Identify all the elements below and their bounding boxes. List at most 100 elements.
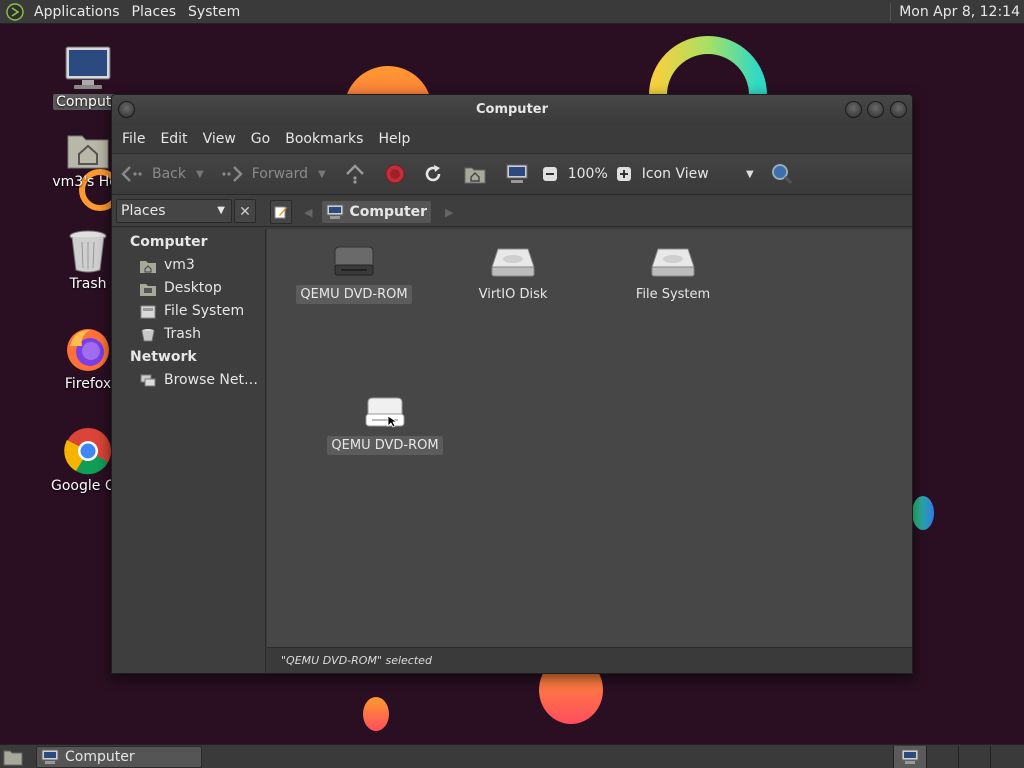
path-bar: ◀ Computer ▶ — [270, 199, 464, 225]
places-sidebar: Places ▼ ✕ Computer vm3 Desktop File Sys… — [112, 199, 266, 673]
forward-history-dropdown[interactable]: ▼ — [318, 169, 326, 180]
drive-item-qemu-dvd-rom[interactable]: QEMU DVD-ROM — [279, 245, 429, 304]
path-scroll-right-icon[interactable]: ▶ — [445, 206, 453, 219]
item-label: File System — [635, 287, 711, 302]
file-view[interactable]: QEMU DVD-ROM VirtIO Disk File System QEM… — [267, 229, 912, 647]
show-desktop-button[interactable] — [3, 748, 23, 768]
drive-item-file-system[interactable]: File System — [598, 245, 748, 304]
path-scroll-left-icon[interactable]: ◀ — [304, 206, 312, 219]
chevron-down-icon: ▼ — [746, 168, 754, 180]
hard-disk-icon — [651, 248, 695, 277]
drive-item-virtio-disk[interactable]: VirtIO Disk — [438, 245, 588, 304]
menu-bookmarks[interactable]: Bookmarks — [279, 131, 369, 147]
workspace-switcher[interactable] — [893, 746, 1023, 768]
sidebar-mode-select[interactable]: Places ▼ — [116, 199, 232, 223]
toolbar: Back ▼ Forward ▼ 100% Icon View ▼ — [112, 153, 912, 195]
back-button[interactable]: Back ▼ — [120, 165, 204, 183]
trash-icon — [141, 328, 155, 341]
sidebar-item-desktop[interactable]: Desktop — [112, 277, 265, 300]
workspace-1[interactable] — [894, 746, 926, 768]
sidebar-item-label: Trash — [164, 326, 201, 342]
location-bar — [112, 195, 912, 227]
up-arrow-icon — [345, 164, 364, 184]
menu-file[interactable]: File — [116, 131, 151, 147]
home-button[interactable] — [464, 164, 486, 184]
applications-menu[interactable]: Applications — [28, 0, 126, 24]
stop-icon — [385, 164, 405, 184]
computer-button[interactable] — [506, 164, 528, 184]
maximize-button[interactable] — [867, 101, 884, 118]
workspace-4[interactable] — [990, 746, 1022, 768]
stop-button[interactable] — [384, 163, 406, 185]
home-folder-icon — [67, 135, 109, 169]
item-label: QEMU DVD-ROM — [327, 436, 443, 455]
desktop-folder-icon — [140, 283, 156, 296]
network-icon — [140, 374, 156, 386]
panel-separator — [890, 2, 892, 21]
back-history-dropdown[interactable]: ▼ — [196, 169, 204, 180]
menu-go[interactable]: Go — [245, 131, 276, 147]
hard-disk-icon — [491, 248, 535, 277]
workspace-3[interactable] — [958, 746, 990, 768]
menubar: File Edit View Go Bookmarks Help — [112, 125, 912, 153]
reload-button[interactable] — [422, 163, 444, 185]
file-system-icon — [140, 305, 156, 318]
view-mode-select[interactable]: Icon View ▼ — [642, 166, 754, 182]
sidebar-item-file-system[interactable]: File System — [112, 300, 265, 323]
sidebar-item-vm3[interactable]: vm3 — [112, 254, 265, 277]
trash-icon — [69, 230, 107, 273]
desktop-icon-label: Trash — [69, 276, 107, 292]
close-icon: ✕ — [239, 204, 251, 220]
workspace-2[interactable] — [926, 746, 958, 768]
window-titlebar[interactable]: Computer — [112, 95, 912, 125]
distro-logo-icon[interactable] — [6, 2, 24, 21]
forward-button[interactable]: Forward ▼ — [220, 165, 326, 183]
taskbar-button-computer[interactable]: Computer — [36, 746, 202, 768]
sidebar-item-browse-network[interactable]: Browse Net… — [112, 369, 265, 392]
pencil-icon — [274, 206, 287, 219]
drive-item-qemu-dvd-rom-dragging[interactable]: QEMU DVD-ROM — [310, 396, 460, 455]
close-sidebar-button[interactable]: ✕ — [234, 199, 256, 223]
window-menu-button[interactable] — [118, 101, 135, 118]
status-bar: "QEMU DVD-ROM" selected — [267, 647, 912, 673]
places-menu[interactable]: Places — [126, 0, 183, 24]
menu-edit[interactable]: Edit — [154, 131, 193, 147]
computer-icon — [506, 164, 528, 183]
menu-help[interactable]: Help — [372, 131, 416, 147]
up-button[interactable] — [344, 164, 366, 184]
breadcrumb-label: Computer — [349, 204, 428, 220]
computer-icon — [41, 749, 59, 764]
zoom-level[interactable]: 100% — [568, 166, 608, 182]
clock[interactable]: Mon Apr 8, 12:14 — [899, 4, 1024, 20]
desktop-icon-label: Firefox — [64, 376, 112, 392]
forward-arrow-icon — [222, 166, 243, 182]
sidebar-item-label: vm3 — [164, 257, 195, 273]
close-button[interactable] — [890, 101, 907, 118]
zoom-out-button[interactable] — [542, 166, 558, 182]
sidebar-item-trash[interactable]: Trash — [112, 323, 265, 346]
item-label: QEMU DVD-ROM — [296, 285, 412, 304]
taskbar-button-label: Computer — [65, 749, 135, 765]
forward-label: Forward — [251, 166, 309, 182]
system-menu[interactable]: System — [182, 0, 246, 24]
minimize-button[interactable] — [845, 101, 862, 118]
sidebar-item-label: Browse Net… — [164, 372, 259, 388]
zoom-in-button[interactable] — [616, 166, 632, 182]
bottom-panel: Computer — [0, 744, 1024, 768]
back-label: Back — [152, 166, 186, 182]
breadcrumb-computer[interactable]: Computer — [322, 201, 432, 223]
window-title: Computer — [475, 102, 549, 117]
sidebar-item-label: File System — [164, 303, 245, 319]
computer-icon — [326, 204, 344, 219]
search-button[interactable] — [770, 162, 794, 186]
search-icon — [771, 164, 792, 185]
menu-view[interactable]: View — [197, 131, 242, 147]
file-manager-window: Computer File Edit View Go Bookmarks Hel… — [111, 94, 913, 674]
sidebar-item-label: Desktop — [164, 280, 222, 296]
sidebar-mode-value: Places — [121, 203, 166, 219]
chrome-icon — [64, 428, 111, 475]
chevron-down-icon: ▼ — [217, 205, 225, 216]
optical-drive-icon — [365, 397, 405, 428]
edit-location-button[interactable] — [270, 200, 292, 224]
sidebar-heading-computer: Computer — [130, 234, 208, 250]
